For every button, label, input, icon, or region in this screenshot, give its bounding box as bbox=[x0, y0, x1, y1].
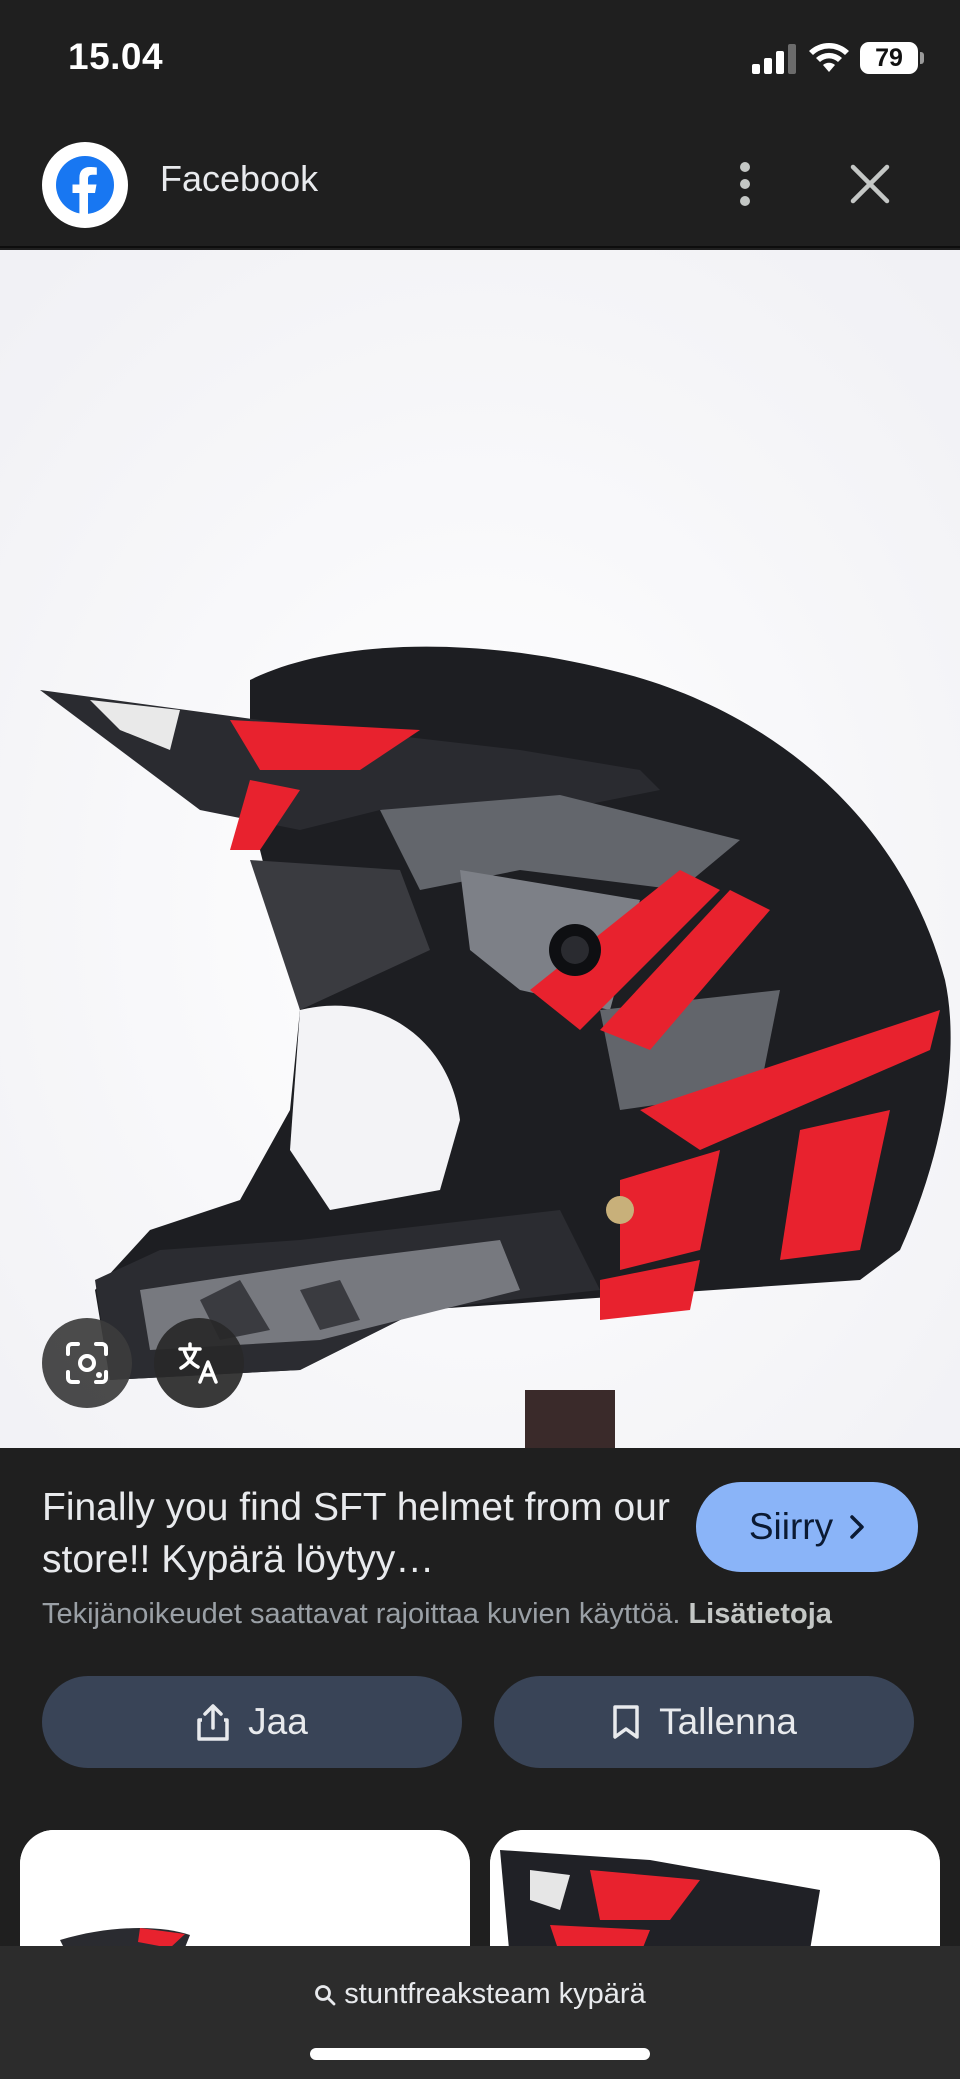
facebook-logo-icon bbox=[42, 142, 128, 228]
bookmark-icon bbox=[613, 1705, 639, 1739]
cellular-signal-icon bbox=[752, 44, 798, 74]
status-time: 15.04 bbox=[68, 36, 164, 77]
share-button[interactable]: Jaa bbox=[42, 1676, 462, 1768]
share-icon bbox=[197, 1704, 229, 1741]
search-query[interactable]: stuntfreaksteam kypärä bbox=[0, 1978, 960, 2011]
save-button[interactable]: Tallenna bbox=[494, 1676, 914, 1768]
save-label: Tallenna bbox=[659, 1701, 797, 1742]
more-info-link[interactable]: Lisätietoja bbox=[688, 1598, 831, 1630]
visit-button[interactable]: Siirry bbox=[696, 1482, 918, 1572]
source-site-name[interactable]: Facebook bbox=[160, 158, 318, 200]
status-bar: 15.04 79 bbox=[0, 0, 960, 120]
product-image[interactable] bbox=[0, 250, 960, 1448]
lens-icon bbox=[66, 1342, 108, 1384]
visit-button-label: Siirry bbox=[748, 1506, 834, 1547]
search-query-text: stuntfreaksteam kypärä bbox=[344, 1978, 646, 2010]
share-label: Jaa bbox=[248, 1701, 308, 1742]
chevron-right-icon bbox=[850, 1515, 864, 1539]
translate-icon bbox=[178, 1342, 218, 1384]
translate-button[interactable] bbox=[154, 1318, 244, 1408]
search-icon bbox=[315, 1984, 336, 2005]
copyright-text: Tekijänoikeudet saattavat rajoittaa kuvi… bbox=[42, 1598, 681, 1630]
copyright-notice: Tekijänoikeudet saattavat rajoittaa kuvi… bbox=[42, 1598, 832, 1631]
bottom-search-bar[interactable]: stuntfreaksteam kypärä bbox=[0, 1946, 960, 2079]
image-title[interactable]: Finally you find SFT helmet from our sto… bbox=[42, 1482, 682, 1586]
close-icon[interactable] bbox=[848, 162, 892, 206]
more-vert-icon[interactable] bbox=[730, 156, 760, 212]
home-indicator[interactable] bbox=[310, 2048, 650, 2060]
battery-icon: 79 bbox=[860, 42, 924, 74]
top-app-bar: Facebook bbox=[0, 120, 960, 248]
lens-button[interactable] bbox=[42, 1318, 132, 1408]
wifi-icon bbox=[809, 43, 849, 72]
